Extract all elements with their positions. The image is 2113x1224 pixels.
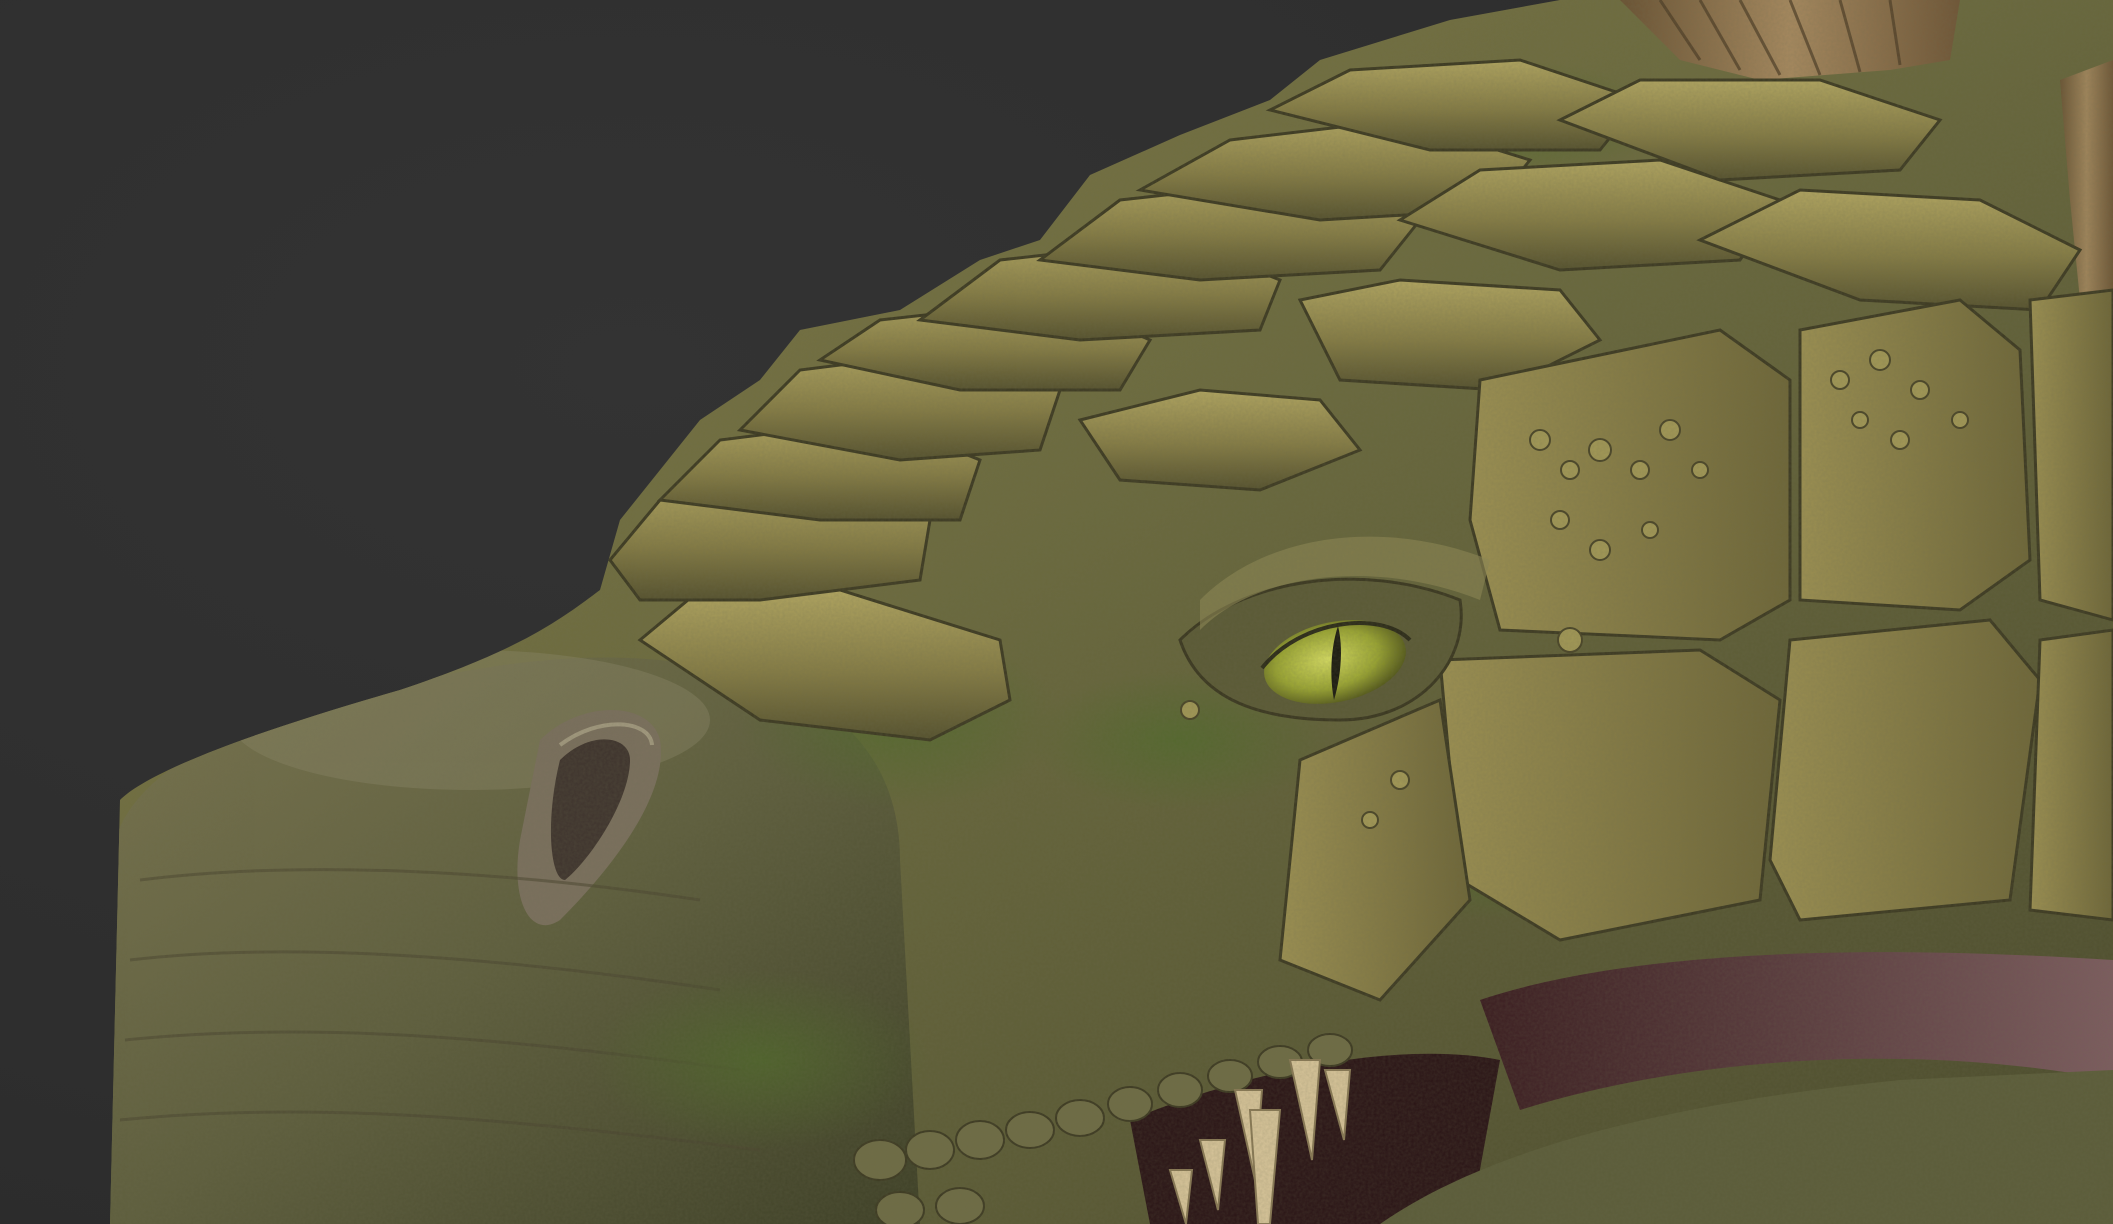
dragon-head [110,0,2113,1224]
skin-grain [110,0,2113,1224]
viewport [0,0,2113,1224]
dragon-render [110,0,2113,1224]
